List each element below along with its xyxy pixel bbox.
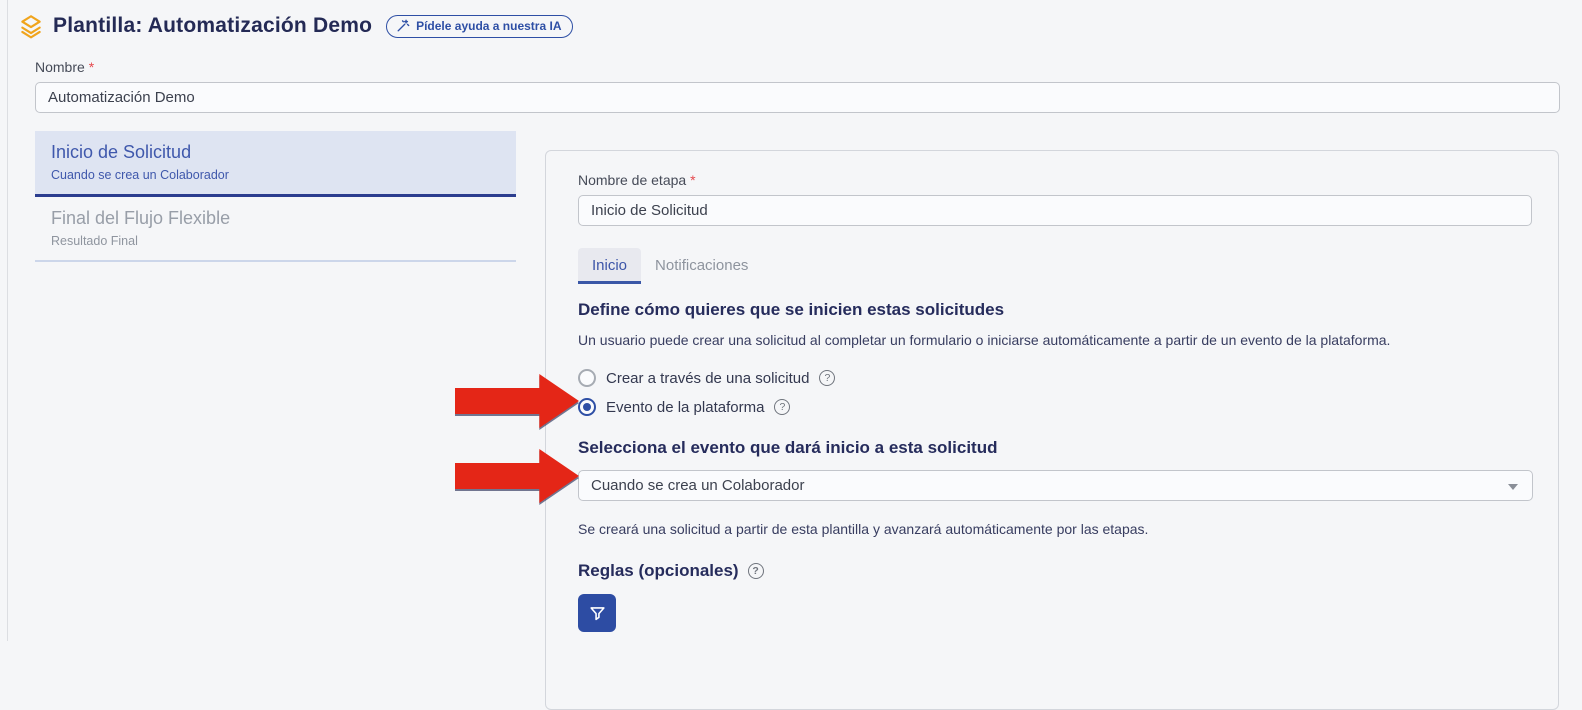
required-asterisk: *: [89, 59, 94, 75]
stage-list: Inicio de Solicitud Cuando se crea un Co…: [35, 131, 516, 262]
stage-name-input[interactable]: [578, 195, 1532, 226]
event-section-heading: Selecciona el evento que dará inicio a e…: [578, 438, 1532, 458]
required-asterisk: *: [690, 172, 695, 188]
stage-subtitle: Cuando se crea un Colaborador: [51, 168, 500, 182]
ai-help-label: Pídele ayuda a nuestra IA: [416, 19, 561, 33]
stage-title: Final del Flujo Flexible: [51, 208, 500, 229]
add-rule-filter-button[interactable]: [578, 594, 616, 632]
start-section-description: Un usuario puede crear una solicitud al …: [578, 332, 1532, 348]
template-name-block: Nombre *: [35, 59, 1560, 113]
magic-wand-icon: [396, 19, 410, 33]
radio-unselected[interactable]: [578, 369, 596, 387]
stage-config-panel: Nombre de etapa * Inicio Notificaciones …: [545, 150, 1559, 710]
stage-subtitle: Resultado Final: [51, 234, 500, 248]
filter-icon: [588, 604, 607, 623]
template-name-label: Nombre *: [35, 59, 1560, 75]
template-name-input[interactable]: [35, 82, 1560, 113]
tab-notificaciones[interactable]: Notificaciones: [641, 248, 762, 284]
option-crear-solicitud[interactable]: Crear a través de una solicitud ?: [578, 369, 1532, 387]
red-arrow-icon: [455, 449, 579, 503]
stage-tabs: Inicio Notificaciones: [578, 248, 1532, 284]
stage-title: Inicio de Solicitud: [51, 142, 500, 163]
question-circle-icon[interactable]: ?: [774, 399, 790, 415]
event-dropdown-value: Cuando se crea un Colaborador: [591, 477, 804, 494]
event-note: Se creará una solicitud a partir de esta…: [578, 521, 1532, 537]
stage-name-label: Nombre de etapa *: [578, 172, 1532, 188]
page-title: Plantilla: Automatización Demo: [53, 14, 372, 38]
event-dropdown[interactable]: Cuando se crea un Colaborador: [578, 470, 1533, 501]
stage-item-final-del-flujo[interactable]: Final del Flujo Flexible Resultado Final: [35, 197, 516, 262]
red-arrow-icon: [455, 374, 579, 428]
page-header: Plantilla: Automatización Demo Pídele ay…: [18, 13, 573, 39]
stage-item-inicio-de-solicitud[interactable]: Inicio de Solicitud Cuando se crea un Co…: [35, 131, 516, 197]
layers-icon: [18, 13, 44, 39]
caret-down-icon: [1508, 484, 1518, 490]
option-label: Crear a través de una solicitud: [606, 370, 809, 387]
question-circle-icon[interactable]: ?: [748, 563, 764, 579]
option-evento-plataforma[interactable]: Evento de la plataforma ?: [578, 398, 1532, 416]
annotation-arrow-dropdown: [455, 449, 579, 503]
option-label: Evento de la plataforma: [606, 399, 764, 416]
start-section-heading: Define cómo quieres que se inicien estas…: [578, 300, 1532, 320]
ai-help-button[interactable]: Pídele ayuda a nuestra IA: [386, 15, 573, 38]
radio-selected[interactable]: [578, 398, 596, 416]
annotation-arrow-radio: [455, 374, 579, 428]
question-circle-icon[interactable]: ?: [819, 370, 835, 386]
tab-inicio[interactable]: Inicio: [578, 248, 641, 284]
rules-section-heading: Reglas (opcionales) ?: [578, 561, 1532, 581]
window-left-edge: [7, 0, 8, 641]
